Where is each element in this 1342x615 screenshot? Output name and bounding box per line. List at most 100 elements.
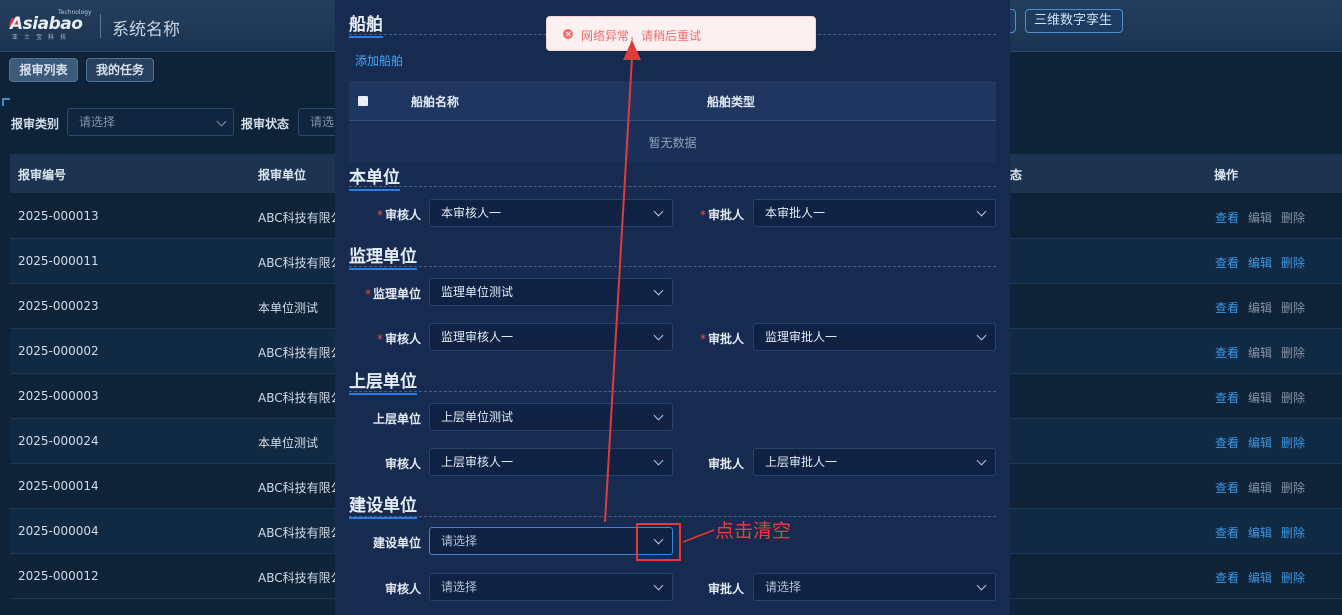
view-button[interactable]: 查看: [1215, 344, 1239, 361]
error-toast: 网络异常，请稍后重试: [546, 16, 816, 51]
supervision-reviewer-value: 监理审核人一: [441, 330, 514, 344]
edit-button[interactable]: 编辑: [1248, 569, 1272, 586]
ship-col-name: 船舶名称: [411, 95, 460, 109]
supervision-approver-select[interactable]: 监理审批人一: [753, 323, 996, 351]
chevron-down-icon: [216, 116, 227, 127]
supervision-reviewer-select[interactable]: 监理审核人一: [429, 323, 673, 351]
edit-button[interactable]: 编辑: [1248, 389, 1272, 406]
view-button[interactable]: 查看: [1215, 569, 1239, 586]
edit-button[interactable]: 编辑: [1248, 209, 1272, 226]
section-divider: [349, 391, 996, 392]
section-title-upper-unit: 上层单位: [349, 367, 417, 395]
row-code: 2025-000011: [18, 254, 99, 268]
construction-unit-value: 请选择: [441, 534, 478, 548]
row-unit: ABC科技有限公: [258, 256, 343, 270]
add-ship-link[interactable]: 添加船舶: [355, 52, 403, 69]
upper-reviewer-value: 上层审核人一: [441, 455, 514, 469]
row-unit: ABC科技有限公: [258, 571, 343, 585]
chevron-down-icon: [653, 410, 664, 421]
row-code: 2025-000004: [18, 524, 99, 538]
logo-tech-text: Technology: [58, 9, 92, 16]
supervision-unit-select[interactable]: 监理单位测试: [429, 278, 673, 306]
delete-button[interactable]: 删除: [1281, 434, 1305, 451]
chevron-down-icon: [653, 206, 664, 217]
edit-button[interactable]: 编辑: [1248, 479, 1272, 496]
panel-corner-decoration: [2, 98, 10, 106]
chevron-down-icon: [653, 285, 664, 296]
filter-type-select[interactable]: 请选择: [67, 108, 234, 136]
upper-approver-select[interactable]: 上层审批人一: [753, 448, 996, 476]
own-approver-label: * 审批人: [699, 208, 744, 222]
upper-reviewer-label: 审核人: [384, 457, 421, 471]
logo-text: Asiabao: [10, 14, 83, 34]
construction-reviewer-select[interactable]: 请选择: [429, 573, 673, 601]
chevron-down-icon: [653, 455, 664, 466]
upper-reviewer-select[interactable]: 上层审核人一: [429, 448, 673, 476]
delete-button[interactable]: 删除: [1281, 344, 1305, 361]
view-button[interactable]: 查看: [1215, 479, 1239, 496]
delete-button[interactable]: 删除: [1281, 389, 1305, 406]
row-code: 2025-000023: [18, 299, 99, 313]
delete-button[interactable]: 删除: [1281, 479, 1305, 496]
digital-twin-button[interactable]: 三维数字孪生: [1025, 9, 1123, 33]
view-button[interactable]: 查看: [1215, 209, 1239, 226]
view-button[interactable]: 查看: [1215, 389, 1239, 406]
construction-approver-select[interactable]: 请选择: [753, 573, 996, 601]
logo-sub-text: 亚士宝科技: [12, 34, 73, 41]
construction-reviewer-label: 审核人: [384, 582, 421, 596]
empty-text: 暂无数据: [648, 136, 697, 150]
section-divider: [349, 186, 996, 187]
row-unit: ABC科技有限公: [258, 211, 343, 225]
chevron-down-icon: [653, 580, 664, 591]
select-all-checkbox[interactable]: [358, 96, 368, 106]
upper-approver-value: 上层审批人一: [765, 455, 838, 469]
delete-button[interactable]: 删除: [1281, 254, 1305, 271]
edit-button[interactable]: 编辑: [1248, 524, 1272, 541]
own-approver-select[interactable]: 本审批人一: [753, 199, 996, 227]
ship-table-header: 船舶名称 船舶类型: [349, 81, 996, 121]
section-divider: [349, 516, 996, 517]
edit-button[interactable]: 编辑: [1248, 299, 1272, 316]
own-approver-value: 本审批人一: [765, 206, 826, 220]
own-reviewer-select[interactable]: 本审核人一: [429, 199, 673, 227]
section-divider: [349, 266, 996, 267]
upper-unit-select[interactable]: 上层单位测试: [429, 403, 673, 431]
row-code: 2025-000012: [18, 569, 99, 583]
chevron-down-icon: [976, 330, 987, 341]
chevron-down-icon: [976, 206, 987, 217]
own-reviewer-value: 本审核人一: [441, 206, 502, 220]
row-code: 2025-000014: [18, 479, 99, 493]
col-header-unit: 报审单位: [258, 168, 307, 182]
row-unit: ABC科技有限公: [258, 391, 343, 405]
tab-review-list[interactable]: 报审列表: [9, 58, 78, 82]
row-unit: ABC科技有限公: [258, 346, 343, 360]
edit-button[interactable]: 编辑: [1248, 254, 1272, 271]
supervision-approver-value: 监理审批人一: [765, 330, 838, 344]
annotation-text: 点击清空: [715, 520, 792, 542]
construction-approver-value: 请选择: [765, 580, 802, 594]
supervision-approver-label: * 审批人: [699, 332, 744, 346]
supervision-unit-label: * 监理单位: [364, 287, 421, 301]
view-button[interactable]: 查看: [1215, 524, 1239, 541]
view-button[interactable]: 查看: [1215, 434, 1239, 451]
edit-button[interactable]: 编辑: [1248, 344, 1272, 361]
section-title-supervision: 监理单位: [349, 242, 417, 270]
system-title: 系统名称: [112, 20, 180, 40]
delete-button[interactable]: 删除: [1281, 524, 1305, 541]
toast-message: 网络异常，请稍后重试: [581, 29, 702, 43]
tab-my-tasks[interactable]: 我的任务: [86, 58, 154, 82]
supervision-unit-value: 监理单位测试: [441, 285, 514, 299]
delete-button[interactable]: 删除: [1281, 209, 1305, 226]
annotation-highlight-box: [636, 523, 681, 561]
delete-button[interactable]: 删除: [1281, 299, 1305, 316]
row-code: 2025-000003: [18, 389, 99, 403]
delete-button[interactable]: 删除: [1281, 569, 1305, 586]
col-header-ops: 操作: [1214, 168, 1239, 182]
section-title-own-unit: 本单位: [349, 163, 400, 191]
row-unit: ABC科技有限公: [258, 526, 343, 540]
view-button[interactable]: 查看: [1215, 299, 1239, 316]
col-header-status: 态: [1010, 168, 1023, 182]
section-title-construction-unit: 建设单位: [349, 491, 417, 519]
edit-button[interactable]: 编辑: [1248, 434, 1272, 451]
view-button[interactable]: 查看: [1215, 254, 1239, 271]
